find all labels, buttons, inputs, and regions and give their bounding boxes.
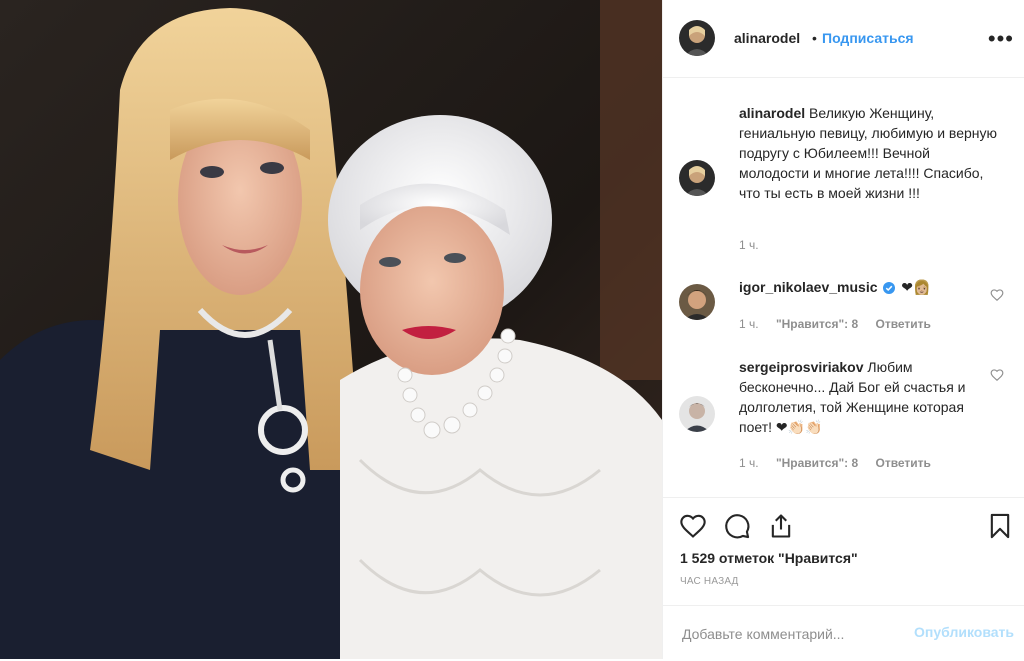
post-actions: 1 529 отметок "Нравится" ЧАС НАЗАД Опубл… [663,497,1024,660]
caption-avatar[interactable] [679,160,715,196]
like-comment-heart-icon[interactable] [990,368,1004,382]
comment-time[interactable]: 1 ч. [739,456,759,470]
comment-username[interactable]: sergeiprosviriakov [739,359,864,375]
comment-meta: 1 ч. "Нравится": 8 Ответить [739,456,945,470]
likes-count[interactable]: 1 529 отметок "Нравится" [680,550,858,566]
comment-avatar[interactable] [679,284,715,320]
reply-button[interactable]: Ответить [875,456,930,470]
comment-time[interactable]: 1 ч. [739,317,759,331]
heart-icon[interactable] [679,512,707,540]
add-comment-bar: Опубликовать [663,605,1024,661]
caption-time[interactable]: 1 ч. [739,238,759,252]
verified-badge-icon [883,279,896,299]
comment-text: sergeiprosviriakov Любим бесконечно... Д… [739,357,999,437]
post-photo[interactable] [0,0,662,659]
comment-avatar[interactable] [679,396,715,432]
comments-list[interactable]: alinarodel Великую Женщину, гениальную п… [663,78,1024,496]
comment-meta: 1 ч. "Нравится": 8 Ответить [739,317,945,331]
comment-username[interactable]: igor_nikolaev_music [739,279,878,295]
author-avatar[interactable] [679,20,715,56]
comment-icon[interactable] [723,512,751,540]
post-sidebar: alinarodel • Подписаться ••• alinarodel … [662,0,1024,659]
bookmark-icon[interactable] [986,512,1014,540]
separator-dot: • [812,30,817,46]
caption-text: alinarodel Великую Женщину, гениальную п… [739,103,999,203]
comment-input[interactable] [680,622,914,646]
caption-username[interactable]: alinarodel [739,105,805,121]
more-options-icon[interactable]: ••• [988,26,1014,52]
reply-button[interactable]: Ответить [875,317,930,331]
caption-meta: 1 ч. [739,238,773,252]
follow-button[interactable]: Подписаться [822,30,914,46]
share-icon[interactable] [767,512,795,540]
post-header: alinarodel • Подписаться ••• [663,0,1024,78]
comment-likes[interactable]: "Нравится": 8 [776,317,858,331]
like-comment-heart-icon[interactable] [990,288,1004,302]
post-timestamp[interactable]: ЧАС НАЗАД [680,576,739,587]
comment-body: ❤👩🏼 [901,279,931,295]
comment-likes[interactable]: "Нравится": 8 [776,456,858,470]
author-username[interactable]: alinarodel [734,30,800,46]
publish-button[interactable]: Опубликовать [914,624,1014,640]
comment-text: igor_nikolaev_music ❤👩🏼 [739,277,999,299]
